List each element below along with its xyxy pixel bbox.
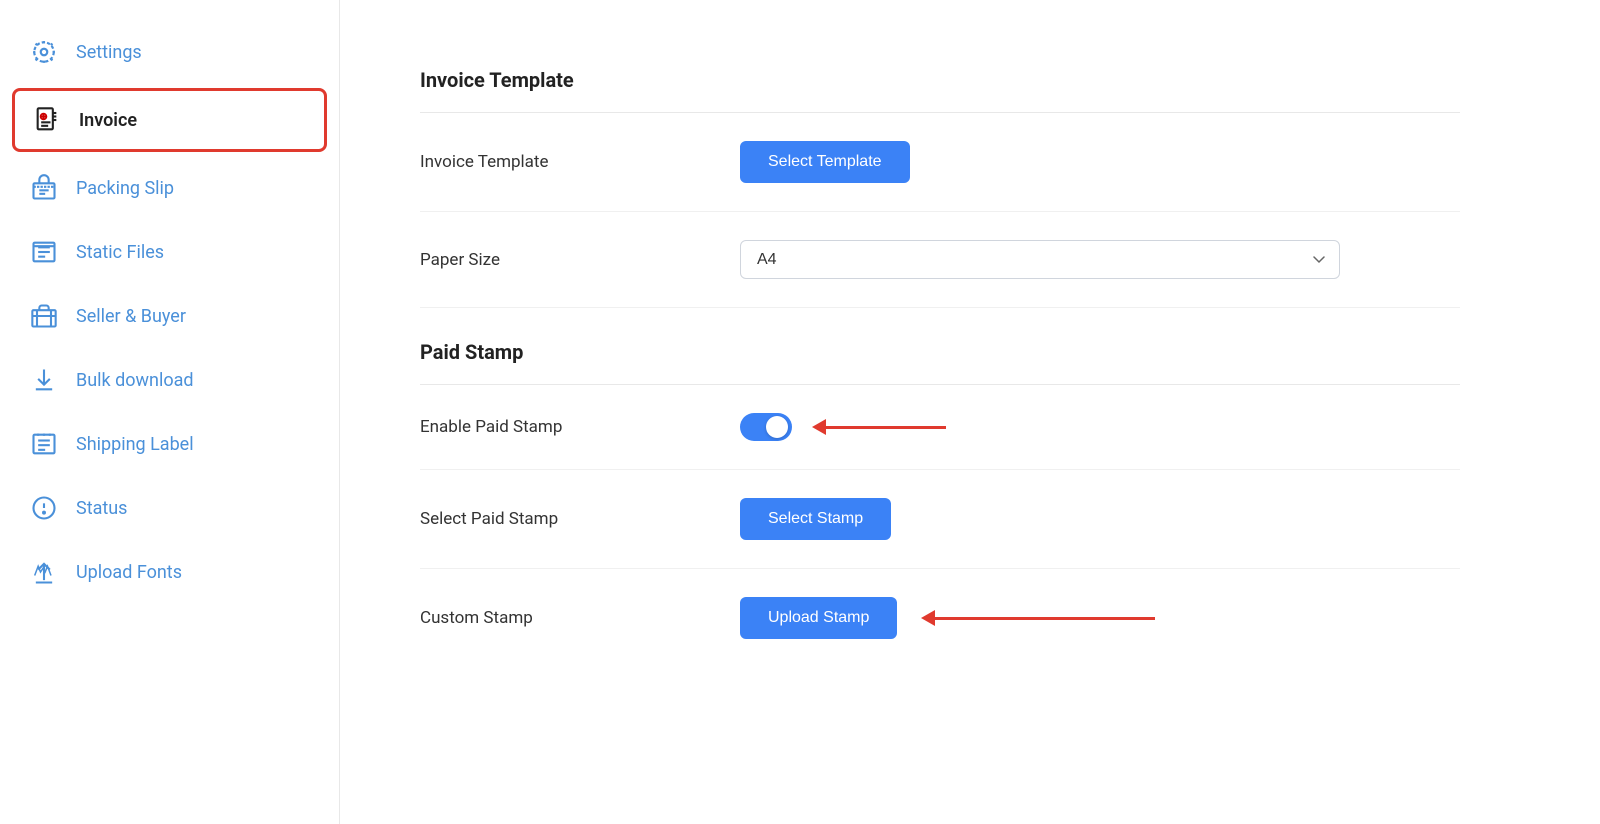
upload-stamp-arrow-line — [935, 617, 1155, 620]
sidebar-item-bulk-download[interactable]: Bulk download — [0, 348, 339, 412]
sidebar-item-packing-slip[interactable]: Packing Slip — [0, 156, 339, 220]
sidebar-item-bulk-download-label: Bulk download — [76, 370, 194, 391]
invoice-template-row: Invoice Template Select Template — [420, 113, 1460, 212]
paper-size-select[interactable]: A4 Letter Legal — [740, 240, 1340, 279]
paid-stamp-section-title: Paid Stamp — [420, 308, 1460, 384]
toggle-slider — [740, 413, 792, 441]
upload-stamp-arrow-annotation — [921, 610, 1155, 626]
sidebar-item-seller-buyer-label: Seller & Buyer — [76, 306, 186, 327]
invoice-template-label: Invoice Template — [420, 152, 700, 172]
select-paid-stamp-row: Select Paid Stamp Select Stamp — [420, 470, 1460, 569]
sidebar-item-static-files[interactable]: Static Files — [0, 220, 339, 284]
sidebar-item-upload-fonts-label: Upload Fonts — [76, 562, 182, 583]
paper-size-control: A4 Letter Legal — [740, 240, 1460, 279]
sidebar: Settings Invoice — [0, 0, 340, 824]
status-icon — [28, 492, 60, 524]
paper-size-label: Paper Size — [420, 250, 700, 270]
paper-size-row: Paper Size A4 Letter Legal — [420, 212, 1460, 308]
custom-stamp-control: Upload Stamp — [740, 597, 1460, 639]
sidebar-item-invoice[interactable]: Invoice — [12, 88, 327, 152]
arrow-line — [826, 426, 946, 429]
toggle-arrow-annotation — [812, 419, 946, 435]
static-files-icon — [28, 236, 60, 268]
select-paid-stamp-label: Select Paid Stamp — [420, 509, 700, 529]
seller-buyer-icon — [28, 300, 60, 332]
sidebar-item-static-files-label: Static Files — [76, 242, 164, 263]
enable-paid-stamp-toggle[interactable] — [740, 413, 792, 441]
sidebar-item-settings-label: Settings — [76, 42, 142, 63]
sidebar-item-status[interactable]: Status — [0, 476, 339, 540]
sidebar-item-upload-fonts[interactable]: Upload Fonts — [0, 540, 339, 604]
toggle-wrapper — [740, 413, 946, 441]
custom-stamp-row: Custom Stamp Upload Stamp — [420, 569, 1460, 667]
shipping-label-icon — [28, 428, 60, 460]
sidebar-item-invoice-label: Invoice — [79, 110, 137, 131]
select-stamp-button[interactable]: Select Stamp — [740, 498, 891, 540]
invoice-template-control: Select Template — [740, 141, 1460, 183]
enable-paid-stamp-row: Enable Paid Stamp — [420, 385, 1460, 470]
bulk-download-icon — [28, 364, 60, 396]
upload-stamp-button[interactable]: Upload Stamp — [740, 597, 897, 639]
sidebar-item-settings[interactable]: Settings — [0, 20, 339, 84]
invoice-icon — [31, 104, 63, 136]
custom-stamp-label: Custom Stamp — [420, 608, 700, 628]
upload-stamp-arrow-head — [921, 610, 935, 626]
sidebar-item-packing-slip-label: Packing Slip — [76, 178, 174, 199]
sidebar-item-shipping-label-label: Shipping Label — [76, 434, 194, 455]
packing-slip-icon — [28, 172, 60, 204]
sidebar-item-shipping-label[interactable]: Shipping Label — [0, 412, 339, 476]
invoice-template-section-title: Invoice Template — [420, 40, 1460, 112]
sidebar-item-seller-buyer[interactable]: Seller & Buyer — [0, 284, 339, 348]
arrow-head-left — [812, 419, 826, 435]
enable-paid-stamp-control — [740, 413, 1460, 441]
settings-icon — [28, 36, 60, 68]
main-content: Invoice Template Invoice Template Select… — [340, 0, 1600, 824]
enable-paid-stamp-label: Enable Paid Stamp — [420, 417, 700, 437]
upload-fonts-icon — [28, 556, 60, 588]
sidebar-item-status-label: Status — [76, 498, 127, 519]
select-template-button[interactable]: Select Template — [740, 141, 910, 183]
select-paid-stamp-control: Select Stamp — [740, 498, 1460, 540]
